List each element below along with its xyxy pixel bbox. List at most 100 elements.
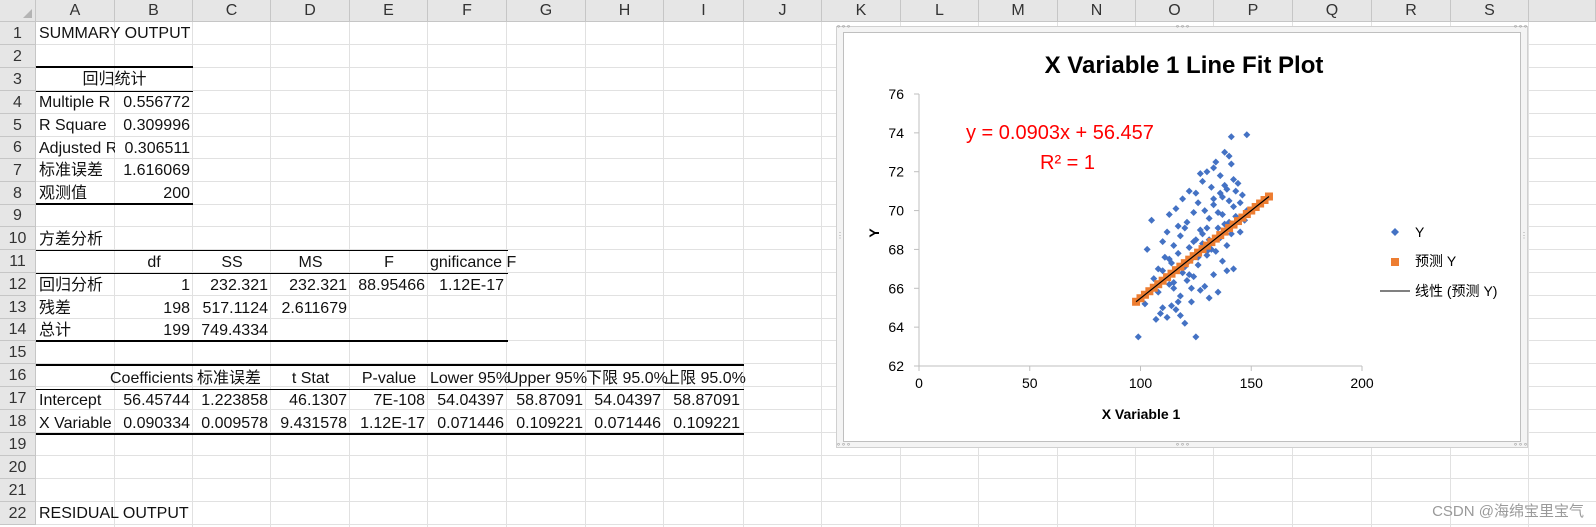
stat-label[interactable]: Multiple R [39,92,115,114]
anova-title[interactable]: 方差分析 [39,229,103,251]
anova-cell[interactable]: 232.321 [193,275,268,297]
coef-cell[interactable]: 0.071446 [586,413,661,435]
coef-header-coefficients[interactable]: Coefficients [110,368,193,390]
anova-row-label[interactable]: 残差 [39,298,71,320]
coef-header-tstat[interactable]: t Stat [271,368,350,390]
column-header-d[interactable]: D [271,0,350,22]
row-header-15[interactable]: 15 [0,341,36,364]
column-header-c[interactable]: C [193,0,271,22]
column-header-f[interactable]: F [428,0,507,22]
x-axis-title[interactable]: X Variable 1 [1102,406,1181,422]
row-header-21[interactable]: 21 [0,479,36,502]
row-header-10[interactable]: 10 [0,227,36,250]
coef-cell[interactable]: 46.1307 [271,390,347,412]
coef-cell[interactable]: 1.223858 [193,390,268,412]
anova-cell[interactable]: 199 [115,320,190,342]
row-header-9[interactable]: 9 [0,205,36,227]
resize-handle-icon[interactable]: ∘∘∘ [836,23,851,31]
row-header-8[interactable]: 8 [0,182,36,205]
anova-cell[interactable]: 517.1124 [193,298,268,320]
row-header-6[interactable]: 6 [0,137,36,159]
column-header-h[interactable]: H [586,0,664,22]
line-fit-plot-chart[interactable]: X Variable 1 Line Fit Plot 62 64 66 68 70 72 7… [843,32,1521,442]
anova-cell[interactable]: 198 [115,298,190,320]
coef-header-pvalue[interactable]: P-value [350,368,428,390]
anova-header-significance[interactable]: gnificance F [430,252,516,274]
anova-cell[interactable]: 232.321 [271,275,347,297]
residual-output-title[interactable]: RESIDUAL OUTPUT [39,503,189,525]
coef-cell[interactable]: 7E-108 [350,390,425,412]
anova-cell[interactable]: 1 [115,275,190,297]
column-header-k[interactable]: K [822,0,901,22]
anova-header-ss[interactable]: SS [193,252,271,274]
cell-a1[interactable]: SUMMARY OUTPUT [39,23,190,45]
anova-row-label[interactable]: 总计 [39,320,71,342]
coef-cell[interactable]: 0.109221 [664,413,740,435]
select-all-corner[interactable] [0,0,36,22]
coef-cell[interactable]: 56.45744 [115,390,190,412]
column-header-e[interactable]: E [350,0,428,22]
coef-header-stderr[interactable]: 标准误差 [197,368,261,390]
anova-row-label[interactable]: 回归分析 [39,275,103,297]
coef-header-lower950[interactable]: 下限 95.0% [586,368,668,390]
chart-legend[interactable]: Y 预测 Y 线性 (预测 Y) [1380,224,1497,299]
row-header-19[interactable]: 19 [0,433,36,456]
coef-cell[interactable]: 0.109221 [507,413,583,435]
column-header-l[interactable]: L [901,0,979,22]
row-header-13[interactable]: 13 [0,296,36,319]
row-header-11[interactable]: 11 [0,250,36,273]
resize-handle-icon[interactable]: ⋮ [1520,232,1528,240]
anova-cell[interactable]: 749.4334 [193,320,268,342]
anova-cell[interactable]: 1.12E-17 [428,275,504,297]
coef-cell[interactable]: 1.12E-17 [350,413,425,435]
anova-header-ms[interactable]: MS [271,252,350,274]
resize-handle-icon[interactable]: ∘∘∘ [836,441,851,449]
stat-label[interactable]: 标准误差 [39,160,115,182]
row-header-12[interactable]: 12 [0,273,36,296]
row-header-3[interactable]: 3 [0,68,36,91]
anova-cell[interactable]: 88.95466 [350,275,425,297]
coef-cell[interactable]: 0.009578 [193,413,268,435]
stat-label[interactable]: R Square [39,115,115,137]
column-header-b[interactable]: B [115,0,193,22]
coef-row-label[interactable]: Intercept [39,390,115,412]
column-header-n[interactable]: N [1058,0,1136,22]
stat-value[interactable]: 200 [115,183,190,205]
row-header-7[interactable]: 7 [0,159,36,182]
column-header-a[interactable]: A [36,0,115,22]
row-header-22[interactable]: 22 [0,502,36,525]
column-header-g[interactable]: G [507,0,586,22]
row-header-1[interactable]: 1 [0,22,36,45]
row-header-17[interactable]: 17 [0,387,36,410]
coef-cell[interactable]: 58.87091 [664,390,740,412]
anova-cell[interactable]: 2.611679 [271,298,347,320]
coef-cell[interactable]: 54.04397 [428,390,504,412]
row-header-18[interactable]: 18 [0,410,36,433]
column-header-q[interactable]: Q [1293,0,1372,22]
coef-header-lower95[interactable]: Lower 95% [430,368,510,390]
resize-handle-icon[interactable]: ∘∘∘ [1175,23,1190,31]
stat-label[interactable]: 观测值 [39,183,115,205]
resize-handle-icon[interactable]: ∘∘∘ [1513,23,1528,31]
stat-value[interactable]: 0.309996 [115,115,190,137]
coef-cell[interactable]: 54.04397 [586,390,661,412]
coef-cell[interactable]: 58.87091 [507,390,583,412]
column-header-o[interactable]: O [1136,0,1214,22]
column-header-j[interactable]: J [744,0,822,22]
coef-header-upper95[interactable]: Upper 95% [507,368,587,390]
coef-cell[interactable]: 0.090334 [115,413,190,435]
column-header-r[interactable]: R [1372,0,1451,22]
coef-row-label[interactable]: X Variable [39,413,115,435]
anova-header-f[interactable]: F [350,252,428,274]
row-header-14[interactable]: 14 [0,319,36,341]
trendline-equation[interactable]: y = 0.0903x + 56.457 [966,122,1154,144]
column-header-i[interactable]: I [664,0,744,22]
row-header-4[interactable]: 4 [0,91,36,114]
coef-header-upper950[interactable]: 上限 95.0% [664,368,746,390]
stat-label[interactable]: Adjusted R [39,138,115,160]
column-header-m[interactable]: M [979,0,1058,22]
cell-regression-stats-header[interactable]: 回归统计 [36,69,193,91]
coef-cell[interactable]: 0.071446 [428,413,504,435]
column-header-s[interactable]: S [1451,0,1529,22]
stat-value[interactable]: 1.616069 [115,160,190,182]
